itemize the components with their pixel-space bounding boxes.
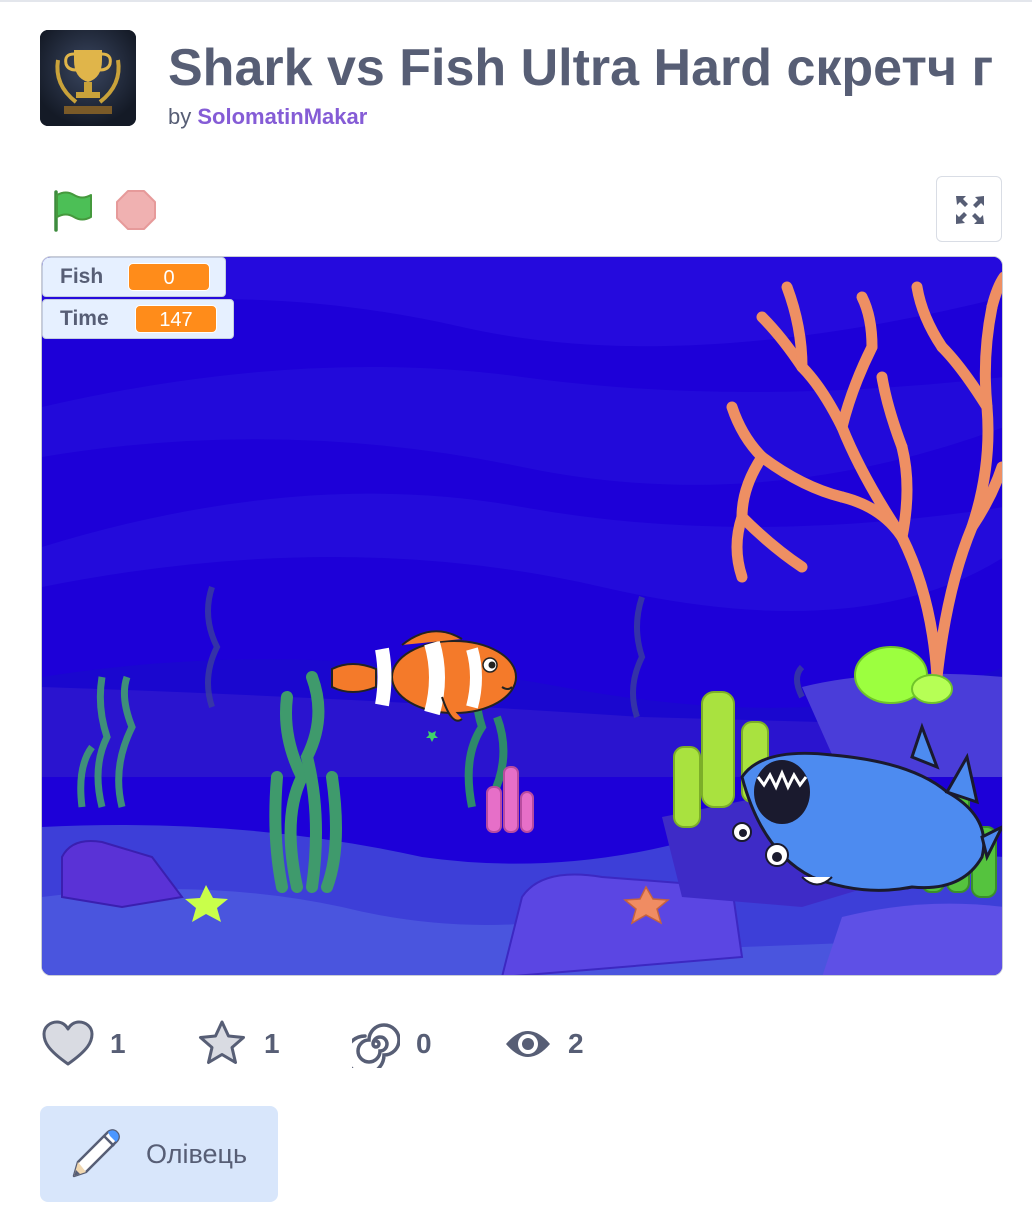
fullscreen-button[interactable]: [936, 176, 1002, 242]
views-count: 2: [568, 1028, 584, 1059]
pen-icon: [72, 1129, 120, 1178]
remix-stat: 0: [352, 1018, 432, 1070]
pen-extension-button[interactable]: Олівець: [40, 1106, 278, 1202]
underwater-scene: [42, 257, 1002, 975]
author-link[interactable]: SolomatinMakar: [197, 104, 367, 129]
top-divider: [0, 0, 1032, 2]
star-icon: [199, 1020, 245, 1064]
love-count: 1: [110, 1028, 126, 1059]
eye-icon: [506, 1031, 550, 1057]
monitor-label: Fish: [60, 265, 104, 288]
heart-icon: [42, 1020, 94, 1066]
favorite-count: 1: [264, 1028, 280, 1059]
stop-icon: [116, 190, 156, 230]
green-flag-button[interactable]: [48, 186, 96, 234]
monitor-value: 0: [128, 263, 210, 291]
by-label: by: [168, 104, 192, 129]
remix-spiral-icon: [352, 1023, 400, 1068]
fullscreen-icon: [956, 196, 984, 224]
time-variable-monitor: Time 147: [42, 299, 234, 339]
project-stage[interactable]: Fish 0 Time 147: [41, 256, 1003, 976]
fish-variable-monitor: Fish 0: [42, 257, 226, 297]
stop-button[interactable]: [112, 186, 160, 234]
project-title: Shark vs Fish Ultra Hard скретч г: [168, 39, 994, 97]
views-stat: 2: [504, 1018, 584, 1070]
green-flag-icon: [54, 190, 92, 232]
project-thumbnail: [40, 30, 136, 126]
remix-count: 0: [416, 1028, 432, 1059]
monitor-value: 147: [135, 305, 217, 333]
monitor-label: Time: [60, 307, 109, 330]
favorite-stat[interactable]: 1: [196, 1018, 280, 1070]
project-byline: by SolomatinMakar: [168, 103, 367, 131]
extension-label: Олівець: [146, 1138, 248, 1169]
love-stat[interactable]: 1: [42, 1018, 126, 1070]
